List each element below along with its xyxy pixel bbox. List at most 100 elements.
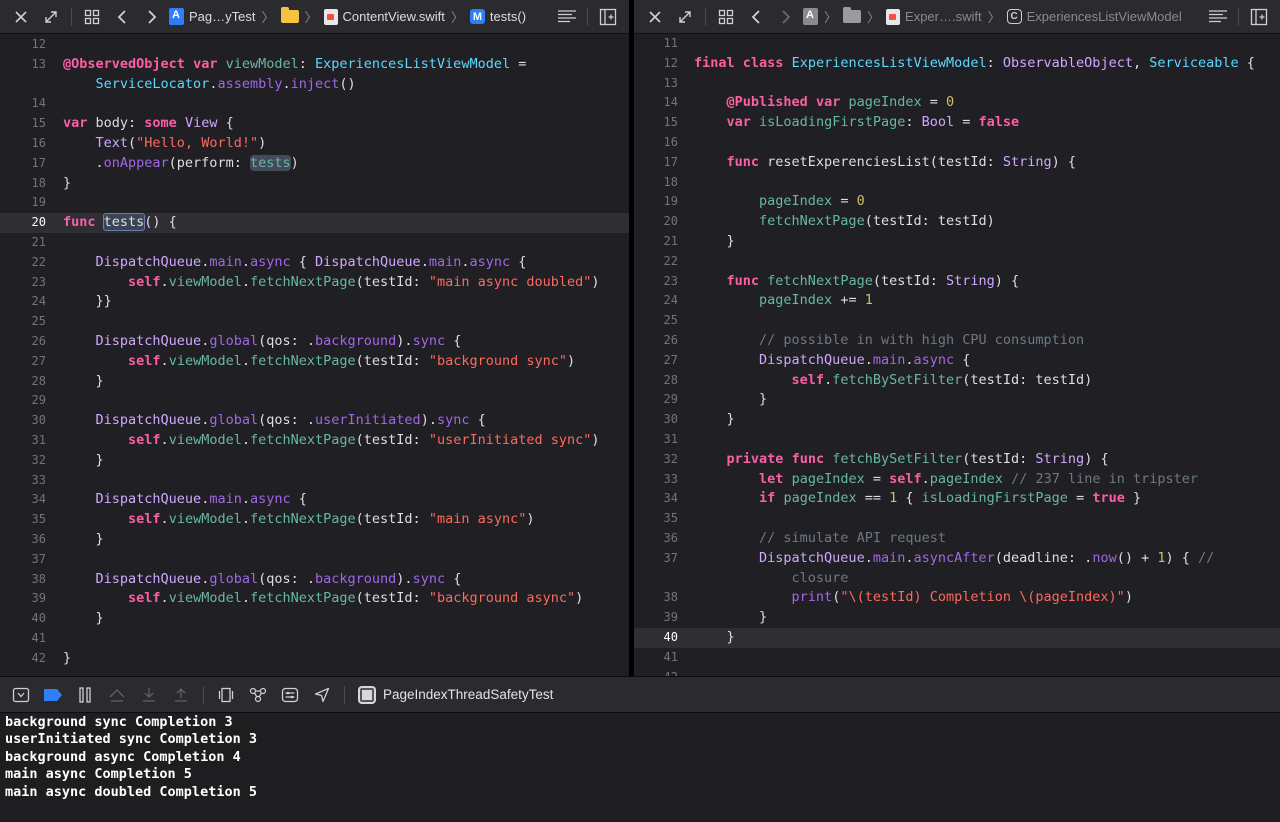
code-text[interactable]: } xyxy=(63,174,71,194)
breadcrumb-symbol[interactable]: M tests() xyxy=(469,9,526,24)
code-line[interactable]: 15 var body: some View { xyxy=(0,114,629,134)
memory-graph-icon[interactable] xyxy=(245,682,271,708)
code-text[interactable]: print("\(testId) Completion \(pageIndex)… xyxy=(694,588,1133,608)
code-text[interactable]: } xyxy=(63,372,104,392)
code-text[interactable]: .onAppear(perform: tests) xyxy=(63,154,299,174)
code-text[interactable]: } xyxy=(694,628,735,648)
close-editor-icon[interactable] xyxy=(642,4,668,30)
step-out-icon[interactable] xyxy=(168,682,194,708)
code-text[interactable]: pageIndex += 1 xyxy=(694,291,873,311)
code-line[interactable]: 26 DispatchQueue.global(qos: .background… xyxy=(0,332,629,352)
code-text[interactable]: func fetchNextPage(testId: String) { xyxy=(694,272,1020,292)
code-line[interactable]: 23 func fetchNextPage(testId: String) { xyxy=(634,272,1280,292)
code-line[interactable]: 42} xyxy=(0,649,629,669)
code-line[interactable]: 40 } xyxy=(634,627,1280,648)
code-line[interactable]: 36 } xyxy=(0,530,629,550)
code-text[interactable]: } xyxy=(694,390,767,410)
code-line[interactable]: 14 xyxy=(0,94,629,114)
code-text[interactable]: Text("Hello, World!") xyxy=(63,134,267,154)
code-line[interactable]: 27 DispatchQueue.main.async { xyxy=(634,351,1280,371)
forward-chevron-icon[interactable] xyxy=(773,4,799,30)
code-line[interactable]: 32 private func fetchBySetFilter(testId:… xyxy=(634,450,1280,470)
left-code-area[interactable]: 12 13 @ObservedObject var viewModel: Exper… xyxy=(0,34,629,669)
code-text[interactable]: private func fetchBySetFilter(testId: St… xyxy=(694,450,1109,470)
code-text[interactable]: @ObservedObject var viewModel: Experienc… xyxy=(63,55,526,75)
code-text[interactable]: ServiceLocator.assembly.inject() xyxy=(63,75,356,95)
code-text[interactable]: @Published var pageIndex = 0 xyxy=(694,93,955,113)
code-text[interactable]: self.viewModel.fetchNextPage(testId: "ba… xyxy=(63,589,583,609)
code-text[interactable]: DispatchQueue.global(qos: .userInitiated… xyxy=(63,411,486,431)
code-line[interactable]: 31 xyxy=(634,430,1280,450)
expand-icon[interactable] xyxy=(38,4,64,30)
breadcrumb-project[interactable]: Pag…yTest xyxy=(169,8,255,25)
code-line[interactable]: 12 xyxy=(0,35,629,55)
code-text[interactable]: } xyxy=(694,608,767,628)
code-text[interactable]: DispatchQueue.main.async { xyxy=(63,490,307,510)
code-line[interactable]: 33 let pageIndex = self.pageIndex // 237… xyxy=(634,470,1280,490)
code-text[interactable]: func tests() { xyxy=(63,213,177,233)
code-text[interactable]: if pageIndex == 1 { isLoadingFirstPage =… xyxy=(694,489,1141,509)
code-line[interactable]: 31 self.viewModel.fetchNextPage(testId: … xyxy=(0,431,629,451)
simulate-location-icon[interactable] xyxy=(309,682,335,708)
code-line[interactable]: closure xyxy=(634,569,1280,589)
left-editor-pane[interactable]: Pag…yTest 〉 〉 ContentView.swift 〉 M test… xyxy=(0,0,630,676)
code-line[interactable]: 13 xyxy=(634,74,1280,94)
breakpoints-toggle-icon[interactable] xyxy=(40,682,66,708)
code-line[interactable]: 17 .onAppear(perform: tests) xyxy=(0,154,629,174)
pause-icon[interactable] xyxy=(72,682,98,708)
code-line[interactable]: ServiceLocator.assembly.inject() xyxy=(0,75,629,95)
code-line[interactable]: 24 pageIndex += 1 xyxy=(634,291,1280,311)
code-text[interactable]: self.fetchBySetFilter(testId: testId) xyxy=(694,371,1093,391)
add-editor-icon[interactable] xyxy=(595,4,621,30)
code-text[interactable]: func resetExperenciesList(testId: String… xyxy=(694,153,1077,173)
code-line[interactable]: 19 xyxy=(0,193,629,213)
back-chevron-icon[interactable] xyxy=(109,4,135,30)
code-line[interactable]: 41 xyxy=(634,648,1280,668)
code-line[interactable]: 16 Text("Hello, World!") xyxy=(0,134,629,154)
code-line[interactable]: 33 xyxy=(0,471,629,491)
code-text[interactable]: } xyxy=(63,451,104,471)
code-line[interactable]: 38 DispatchQueue.global(qos: .background… xyxy=(0,570,629,590)
hide-debug-area-icon[interactable] xyxy=(8,682,34,708)
code-line[interactable]: 38 print("\(testId) Completion \(pageInd… xyxy=(634,588,1280,608)
code-line[interactable]: 32 } xyxy=(0,451,629,471)
back-chevron-icon[interactable] xyxy=(743,4,769,30)
code-line[interactable]: 20 func tests() { xyxy=(0,213,629,233)
code-line[interactable]: 37 DispatchQueue.main.asyncAfter(deadlin… xyxy=(634,549,1280,569)
code-line[interactable]: 30 } xyxy=(634,410,1280,430)
code-line[interactable]: 21 } xyxy=(634,232,1280,252)
code-line[interactable]: 40 } xyxy=(0,609,629,629)
code-line[interactable]: 41 xyxy=(0,629,629,649)
editor-options-lines-icon[interactable] xyxy=(554,4,580,30)
code-line[interactable]: 34 DispatchQueue.main.async { xyxy=(0,490,629,510)
code-line[interactable]: 29 } xyxy=(634,390,1280,410)
breadcrumb-symbol[interactable]: C ExperiencesListViewModel xyxy=(1006,9,1182,24)
code-line[interactable]: 15 var isLoadingFirstPage: Bool = false xyxy=(634,113,1280,133)
step-into-icon[interactable] xyxy=(136,682,162,708)
code-text[interactable]: } xyxy=(63,530,104,550)
code-text[interactable]: self.viewModel.fetchNextPage(testId: "ma… xyxy=(63,273,599,293)
code-line[interactable]: 22 DispatchQueue.main.async { DispatchQu… xyxy=(0,253,629,273)
code-line[interactable]: 29 xyxy=(0,391,629,411)
code-line[interactable]: 35 self.viewModel.fetchNextPage(testId: … xyxy=(0,510,629,530)
code-text[interactable]: pageIndex = 0 xyxy=(694,192,865,212)
related-items-grid-icon[interactable] xyxy=(79,4,105,30)
code-line[interactable]: 26 // possible in with high CPU consumpt… xyxy=(634,331,1280,351)
code-line[interactable]: 27 self.viewModel.fetchNextPage(testId: … xyxy=(0,352,629,372)
code-line[interactable]: 28 self.fetchBySetFilter(testId: testId) xyxy=(634,371,1280,391)
code-line[interactable]: 16 xyxy=(634,133,1280,153)
code-text[interactable]: let pageIndex = self.pageIndex // 237 li… xyxy=(694,470,1198,490)
code-text[interactable]: } xyxy=(694,232,735,252)
environment-overrides-icon[interactable] xyxy=(277,682,303,708)
code-line[interactable]: 18 xyxy=(634,173,1280,193)
code-line[interactable]: 28 } xyxy=(0,372,629,392)
right-editor-pane[interactable]: 〉 〉 Exper….swift 〉 C ExperiencesListView… xyxy=(633,0,1280,676)
code-line[interactable]: 19 pageIndex = 0 xyxy=(634,192,1280,212)
close-editor-icon[interactable] xyxy=(8,4,34,30)
code-text[interactable]: }} xyxy=(63,292,112,312)
code-line[interactable]: 35 xyxy=(634,509,1280,529)
breadcrumb-file[interactable]: ContentView.swift xyxy=(323,8,445,25)
editor-options-lines-icon[interactable] xyxy=(1205,4,1231,30)
code-text[interactable]: fetchNextPage(testId: testId) xyxy=(694,212,995,232)
code-text[interactable]: closure xyxy=(694,569,849,589)
